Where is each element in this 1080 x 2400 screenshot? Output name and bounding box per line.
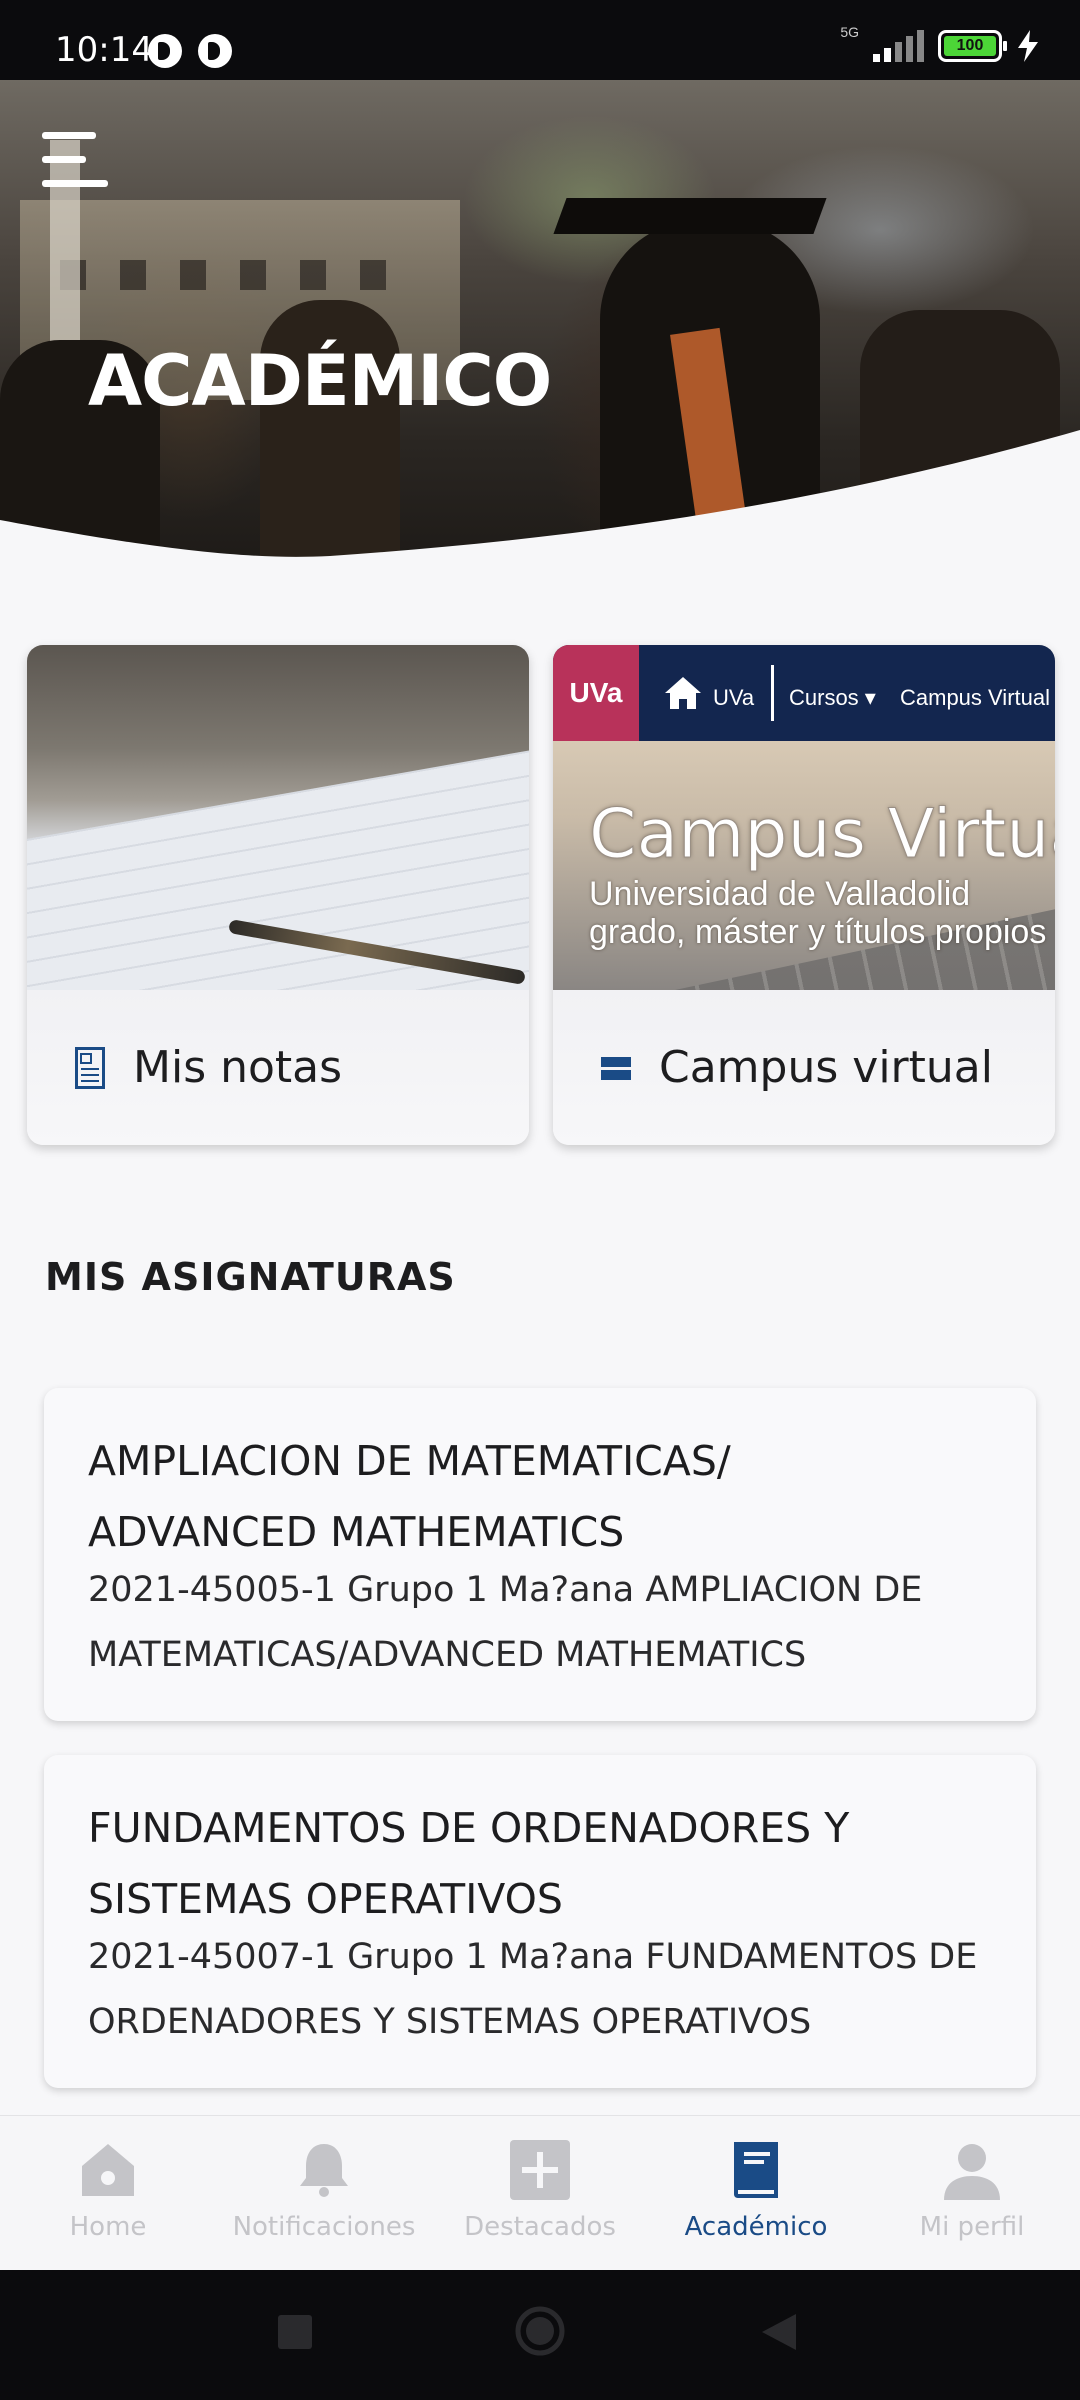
subject-code-line: 2021-45007-1 Grupo 1 Ma?ana FUNDAMENTOS … bbox=[88, 1937, 978, 1977]
book-icon bbox=[734, 2142, 778, 2198]
status-indicators: 5G 100 bbox=[840, 24, 1040, 62]
status-bar: 10:14 5G 100 bbox=[0, 0, 1080, 80]
uva-logo: UVa bbox=[553, 645, 639, 741]
system-nav-bar bbox=[0, 2270, 1080, 2400]
signal-icon bbox=[873, 30, 924, 62]
menu-button[interactable] bbox=[42, 132, 112, 188]
nav-academico[interactable]: Académico bbox=[648, 2116, 864, 2270]
mis-notas-image bbox=[27, 645, 529, 990]
subject-code-line: MATEMATICAS/ADVANCED MATHEMATICS bbox=[88, 1635, 807, 1675]
nav-destacados-label: Destacados bbox=[464, 2212, 616, 2242]
nav-mi-perfil-label: Mi perfil bbox=[919, 2212, 1025, 2242]
bottom-nav: Home Notificaciones Destacados Académico… bbox=[0, 2115, 1080, 2270]
battery-level: 100 bbox=[944, 36, 996, 56]
campus-icon bbox=[601, 1056, 631, 1080]
nav-destacados[interactable]: Destacados bbox=[432, 2116, 648, 2270]
campus-image-subtitle: Universidad de Valladolid bbox=[589, 875, 971, 913]
hero-banner: ACADÉMICO bbox=[0, 80, 1080, 600]
campus-image-headline: Campus Virtual bbox=[589, 795, 1055, 875]
campus-virtual-image: UVa UVa Cursos ▾ Campus Virtual Campus V… bbox=[553, 645, 1055, 990]
subject-card[interactable]: AMPLIACION DE MATEMATICAS/ ADVANCED MATH… bbox=[44, 1388, 1036, 1721]
campus-nav-cursos: Cursos ▾ bbox=[789, 685, 876, 710]
campus-image-subtitle: grado, máster y títulos propios bbox=[589, 913, 1047, 951]
nav-academico-label: Académico bbox=[684, 2212, 828, 2242]
home-button[interactable] bbox=[514, 2305, 566, 2357]
home-icon bbox=[665, 677, 701, 709]
campus-image-topbar: UVa UVa Cursos ▾ Campus Virtual bbox=[553, 645, 1055, 741]
nav-mi-perfil[interactable]: Mi perfil bbox=[864, 2116, 1080, 2270]
battery-icon: 100 bbox=[938, 30, 1007, 62]
subject-title-line: AMPLIACION DE MATEMATICAS/ bbox=[88, 1437, 731, 1485]
subject-code-line: ORDENADORES Y SISTEMAS OPERATIVOS bbox=[88, 2002, 812, 2042]
mis-notas-card[interactable]: Mis notas bbox=[27, 645, 529, 1145]
home-icon bbox=[82, 2144, 134, 2196]
subject-card[interactable]: FUNDAMENTOS DE ORDENADORES Y SISTEMAS OP… bbox=[44, 1755, 1036, 2088]
network-type: 5G bbox=[840, 24, 859, 40]
hamburger-icon-line bbox=[42, 156, 86, 163]
page-title: ACADÉMICO bbox=[88, 340, 552, 422]
user-icon bbox=[944, 2144, 1000, 2200]
notas-image-paper bbox=[27, 748, 529, 990]
notification-app-icon bbox=[148, 34, 182, 68]
notification-app-icon bbox=[198, 34, 232, 68]
nav-home-label: Home bbox=[69, 2212, 147, 2242]
campus-virtual-card[interactable]: UVa UVa Cursos ▾ Campus Virtual Campus V… bbox=[553, 645, 1055, 1145]
campus-nav-campus: Campus Virtual bbox=[900, 685, 1050, 710]
subject-code: 2021-45007-1 Grupo 1 Ma?ana FUNDAMENTOS … bbox=[88, 1925, 992, 2055]
hero-image-cap bbox=[553, 198, 827, 234]
nav-notificaciones[interactable]: Notificaciones bbox=[216, 2116, 432, 2270]
nav-notificaciones-label: Notificaciones bbox=[232, 2212, 416, 2242]
status-time: 10:14 bbox=[55, 30, 153, 70]
section-title: MIS ASIGNATURAS bbox=[45, 1255, 456, 1299]
mis-notas-label: Mis notas bbox=[133, 1042, 343, 1093]
charging-icon bbox=[1018, 30, 1038, 62]
campus-virtual-footer: Campus virtual bbox=[553, 990, 1055, 1145]
campus-nav-uva: UVa bbox=[713, 685, 755, 710]
recents-button[interactable] bbox=[278, 2315, 312, 2349]
nav-home[interactable]: Home bbox=[0, 2116, 216, 2270]
hamburger-icon-line bbox=[42, 180, 108, 187]
campus-virtual-label: Campus virtual bbox=[659, 1042, 993, 1093]
hamburger-icon bbox=[42, 132, 96, 139]
plus-icon bbox=[510, 2140, 570, 2200]
subject-code-line: 2021-45005-1 Grupo 1 Ma?ana AMPLIACION D… bbox=[88, 1570, 923, 1610]
subject-title: AMPLIACION DE MATEMATICAS/ ADVANCED MATH… bbox=[88, 1426, 992, 1568]
document-icon bbox=[75, 1046, 105, 1089]
subject-title-line: FUNDAMENTOS DE ORDENADORES Y bbox=[88, 1804, 850, 1852]
subject-code: 2021-45005-1 Grupo 1 Ma?ana AMPLIACION D… bbox=[88, 1558, 992, 1688]
campus-nav-divider bbox=[771, 665, 774, 721]
subject-title: FUNDAMENTOS DE ORDENADORES Y SISTEMAS OP… bbox=[88, 1793, 992, 1935]
back-button[interactable] bbox=[762, 2314, 796, 2350]
mis-notas-footer: Mis notas bbox=[27, 990, 529, 1145]
bell-icon bbox=[300, 2144, 348, 2197]
